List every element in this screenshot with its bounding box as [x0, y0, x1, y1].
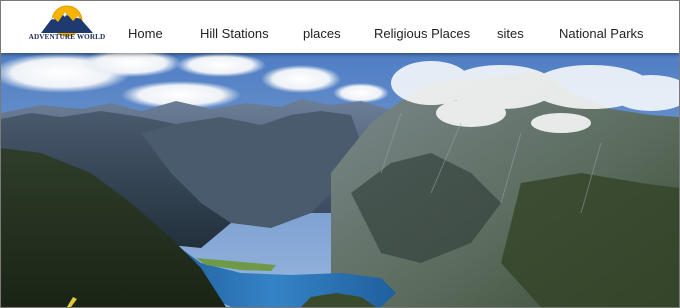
nav-link-religious-places[interactable]: Religious Places	[374, 27, 470, 40]
top-navbar: ADVENTURE WORLD Home Hill Stations place…	[1, 1, 679, 53]
hero-banner	[1, 53, 679, 307]
nav-menu: Home Hill Stations places Religious Plac…	[1, 1, 679, 53]
nav-link-places[interactable]: places	[303, 27, 341, 40]
nav-link-sites[interactable]: sites	[497, 27, 524, 40]
page: ADVENTURE WORLD Home Hill Stations place…	[0, 0, 680, 308]
mountain-lake-landscape-image	[1, 53, 679, 307]
nav-link-hill-stations[interactable]: Hill Stations	[200, 27, 269, 40]
nav-link-home[interactable]: Home	[128, 27, 163, 40]
nav-link-national-parks[interactable]: National Parks	[559, 27, 644, 40]
